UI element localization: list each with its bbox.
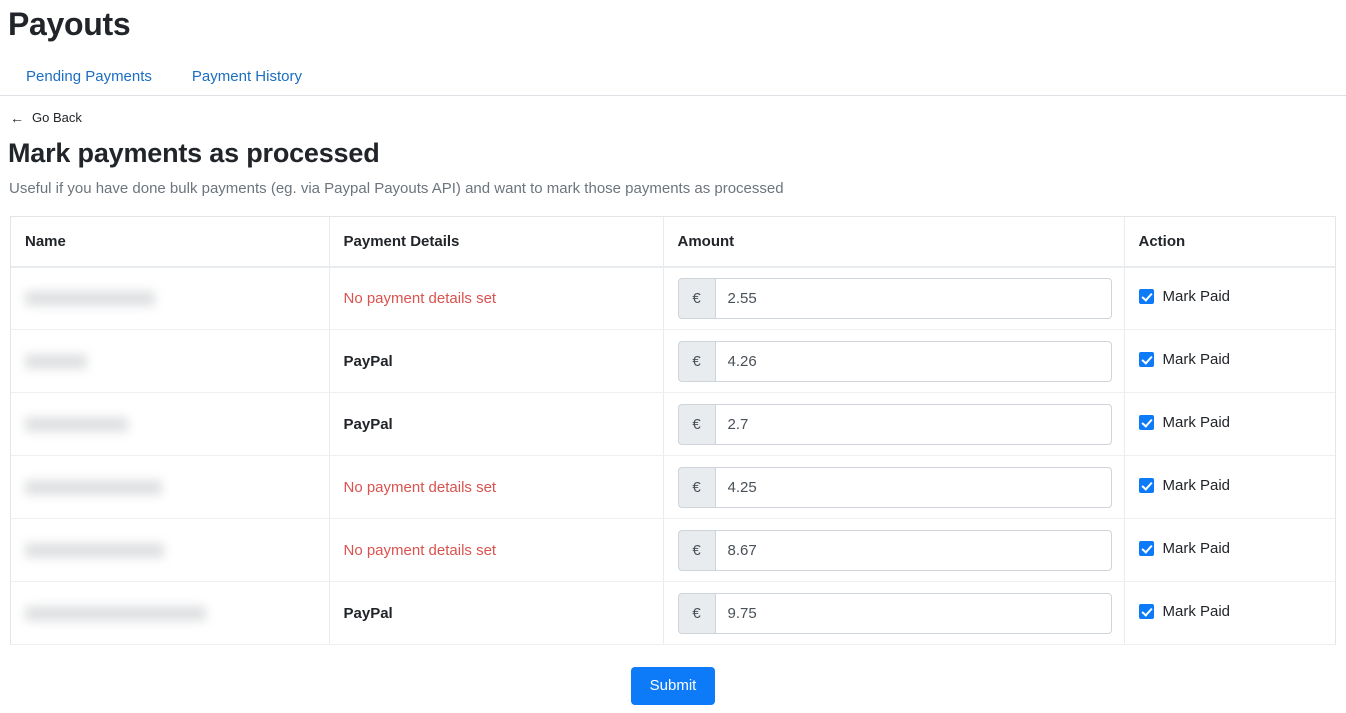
table-body: No payment details set € Mark Paid PayPal € M… <box>11 266 1335 646</box>
column-header-payment-details: Payment Details <box>329 216 664 268</box>
table-row: PayPal € Mark Paid <box>11 581 1335 646</box>
table-header-row: Name Payment Details Amount Action <box>11 216 1335 268</box>
cell-payment-details: No payment details set <box>329 518 664 583</box>
no-payment-details-label: No payment details set <box>343 541 497 559</box>
table-row: PayPal € Mark Paid <box>11 392 1335 457</box>
mark-paid-checkbox[interactable] <box>1138 541 1154 557</box>
mark-paid-checkbox[interactable] <box>1138 478 1154 494</box>
amount-input[interactable] <box>714 529 1112 571</box>
cell-action: Mark Paid <box>1124 392 1335 457</box>
tab-payment-history[interactable]: Payment History <box>182 69 314 95</box>
cell-name <box>11 266 330 331</box>
mark-paid-label: Mark Paid <box>1162 603 1231 621</box>
payment-method-label: PayPal <box>343 604 393 622</box>
arrow-left-icon: ← <box>10 109 24 126</box>
mark-paid-control[interactable]: Mark Paid <box>1138 288 1231 306</box>
mark-paid-label: Mark Paid <box>1162 414 1231 432</box>
section-title: Mark payments as processed <box>8 137 380 168</box>
column-header-action: Action <box>1124 216 1335 268</box>
table-row: No payment details set € Mark Paid <box>11 518 1335 583</box>
table-head: Name Payment Details Amount Action <box>11 216 1335 268</box>
mark-paid-control[interactable]: Mark Paid <box>1138 477 1231 495</box>
payment-method-label: PayPal <box>343 415 393 433</box>
submit-row: Submit <box>0 667 1346 706</box>
amount-input-group: € <box>677 340 1112 382</box>
page-title: Payouts <box>8 6 131 42</box>
cell-action: Mark Paid <box>1124 581 1335 646</box>
currency-symbol-icon: € <box>677 340 715 382</box>
redacted-name <box>25 290 155 306</box>
cell-name <box>11 329 330 394</box>
go-back-link[interactable]: ← Go Back <box>10 110 82 125</box>
tab-pending-payments[interactable]: Pending Payments <box>16 69 164 95</box>
redacted-name <box>25 416 128 432</box>
amount-input-group: € <box>677 529 1112 571</box>
cell-amount: € <box>663 392 1125 457</box>
amount-input[interactable] <box>714 340 1112 382</box>
payment-method-label: PayPal <box>343 352 393 370</box>
mark-paid-control[interactable]: Mark Paid <box>1138 603 1231 621</box>
cell-name <box>11 581 330 646</box>
cell-action: Mark Paid <box>1124 518 1335 583</box>
redacted-name <box>25 479 162 495</box>
cell-name <box>11 392 330 457</box>
cell-payment-details: No payment details set <box>329 266 664 331</box>
currency-symbol-icon: € <box>677 403 715 445</box>
cell-action: Mark Paid <box>1124 329 1335 394</box>
table-row: PayPal € Mark Paid <box>11 329 1335 394</box>
mark-paid-control[interactable]: Mark Paid <box>1138 414 1231 432</box>
mark-paid-control[interactable]: Mark Paid <box>1138 540 1231 558</box>
mark-paid-checkbox[interactable] <box>1138 289 1154 305</box>
cell-amount: € <box>663 518 1125 583</box>
go-back-label: Go Back <box>32 110 82 125</box>
amount-input[interactable] <box>714 466 1112 508</box>
mark-paid-checkbox[interactable] <box>1138 604 1154 620</box>
cell-amount: € <box>663 329 1125 394</box>
mark-paid-label: Mark Paid <box>1162 540 1231 558</box>
cell-payment-details: PayPal <box>329 392 664 457</box>
mark-paid-label: Mark Paid <box>1162 477 1231 495</box>
amount-input-group: € <box>677 403 1112 445</box>
cell-payment-details: PayPal <box>329 329 664 394</box>
section-subtitle: Useful if you have done bulk payments (e… <box>9 179 784 197</box>
cell-amount: € <box>663 581 1125 646</box>
mark-paid-checkbox[interactable] <box>1138 352 1154 368</box>
redacted-name <box>25 605 206 621</box>
amount-input[interactable] <box>714 592 1112 634</box>
currency-symbol-icon: € <box>677 529 715 571</box>
currency-symbol-icon: € <box>677 466 715 508</box>
table-row: No payment details set € Mark Paid <box>11 455 1335 520</box>
amount-input-group: € <box>677 592 1112 634</box>
column-header-amount: Amount <box>663 216 1125 268</box>
mark-paid-checkbox[interactable] <box>1138 415 1154 431</box>
table-row: No payment details set € Mark Paid <box>11 266 1335 331</box>
no-payment-details-label: No payment details set <box>343 478 497 496</box>
payouts-table-container: Name Payment Details Amount Action No pa… <box>10 215 1336 646</box>
payouts-table: Name Payment Details Amount Action No pa… <box>11 216 1335 646</box>
cell-payment-details: No payment details set <box>329 455 664 520</box>
amount-input-group: € <box>677 466 1112 508</box>
currency-symbol-icon: € <box>677 592 715 634</box>
tab-bar: Pending Payments Payment History <box>0 60 1346 96</box>
amount-input[interactable] <box>714 403 1112 445</box>
amount-input-group: € <box>677 277 1112 319</box>
cell-action: Mark Paid <box>1124 266 1335 331</box>
mark-paid-control[interactable]: Mark Paid <box>1138 351 1231 369</box>
mark-paid-label: Mark Paid <box>1162 351 1231 369</box>
cell-action: Mark Paid <box>1124 455 1335 520</box>
cell-name <box>11 455 330 520</box>
cell-payment-details: PayPal <box>329 581 664 646</box>
currency-symbol-icon: € <box>677 277 715 319</box>
submit-button[interactable]: Submit <box>630 667 716 706</box>
cell-name <box>11 518 330 583</box>
cell-amount: € <box>663 266 1125 331</box>
redacted-name <box>25 542 164 558</box>
mark-paid-label: Mark Paid <box>1162 288 1231 306</box>
redacted-name <box>25 353 87 369</box>
column-header-name: Name <box>11 216 330 268</box>
cell-amount: € <box>663 455 1125 520</box>
amount-input[interactable] <box>714 277 1112 319</box>
no-payment-details-label: No payment details set <box>343 289 497 307</box>
